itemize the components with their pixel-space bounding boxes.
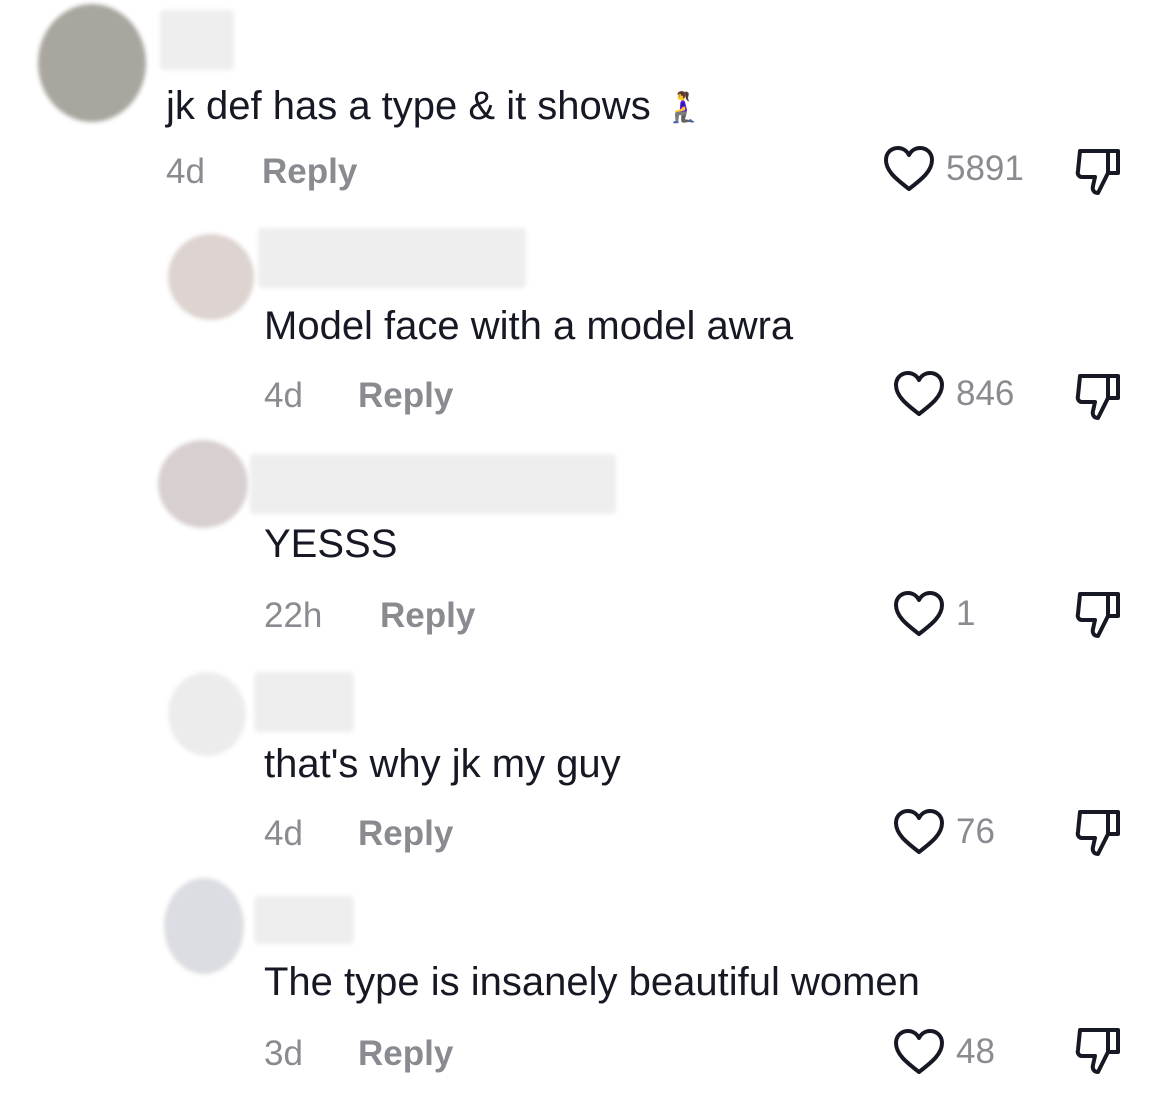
avatar[interactable] bbox=[164, 878, 244, 974]
like-count: 76 bbox=[956, 812, 995, 851]
like-button[interactable]: 48 bbox=[892, 1028, 995, 1076]
like-button[interactable]: 846 bbox=[892, 370, 1014, 418]
comment-time: 4d bbox=[264, 376, 303, 415]
avatar[interactable] bbox=[168, 672, 246, 756]
like-count: 1 bbox=[956, 594, 976, 633]
thumbs-down-icon bbox=[1075, 810, 1120, 856]
reply-button[interactable]: Reply bbox=[358, 376, 453, 416]
comment-text: jk def has a type & it shows 🧎‍♀️ bbox=[166, 82, 702, 132]
username[interactable] bbox=[160, 10, 234, 70]
comment-text: YESSS bbox=[264, 522, 398, 566]
heart-outline-icon bbox=[884, 146, 934, 191]
comment-text: Model face with a model awra bbox=[264, 304, 794, 348]
like-button[interactable]: 76 bbox=[892, 808, 995, 856]
comment-text: that's why jk my guy bbox=[264, 742, 621, 786]
comment-text: The type is insanely beautiful women bbox=[264, 960, 920, 1004]
kneeling-woman-emoji: 🧎‍♀️ bbox=[664, 91, 703, 125]
like-count: 846 bbox=[956, 374, 1015, 413]
thumbs-down-icon bbox=[1075, 1028, 1120, 1074]
thumbs-down-icon bbox=[1075, 149, 1120, 195]
reply-button[interactable]: Reply bbox=[380, 596, 475, 636]
like-count: 48 bbox=[956, 1032, 995, 1071]
thumbs-down-icon bbox=[1075, 592, 1120, 638]
avatar[interactable] bbox=[168, 234, 254, 320]
like-button[interactable]: 5891 bbox=[882, 145, 1024, 193]
dislike-button[interactable] bbox=[1072, 370, 1126, 424]
avatar[interactable] bbox=[158, 440, 248, 528]
username[interactable] bbox=[250, 454, 616, 514]
like-button[interactable]: 1 bbox=[892, 590, 975, 638]
username[interactable] bbox=[258, 228, 526, 288]
username[interactable] bbox=[254, 896, 354, 944]
comment-time: 4d bbox=[264, 814, 303, 853]
heart-outline-icon bbox=[894, 1029, 944, 1074]
dislike-button[interactable] bbox=[1072, 1024, 1126, 1078]
comment-time: 22h bbox=[264, 596, 323, 635]
dislike-button[interactable] bbox=[1072, 806, 1126, 860]
reply-button[interactable]: Reply bbox=[358, 1034, 453, 1074]
reply-button[interactable]: Reply bbox=[358, 814, 453, 854]
heart-outline-icon bbox=[894, 591, 944, 636]
comment-time: 4d bbox=[166, 152, 205, 191]
comment-time: 3d bbox=[264, 1034, 303, 1073]
heart-outline-icon bbox=[894, 371, 944, 416]
avatar[interactable] bbox=[38, 4, 146, 122]
reply-button[interactable]: Reply bbox=[262, 152, 357, 192]
like-count: 5891 bbox=[946, 149, 1024, 188]
username[interactable] bbox=[254, 672, 354, 732]
heart-outline-icon bbox=[894, 809, 944, 854]
dislike-button[interactable] bbox=[1072, 145, 1126, 199]
dislike-button[interactable] bbox=[1072, 588, 1126, 642]
thumbs-down-icon bbox=[1075, 374, 1120, 420]
